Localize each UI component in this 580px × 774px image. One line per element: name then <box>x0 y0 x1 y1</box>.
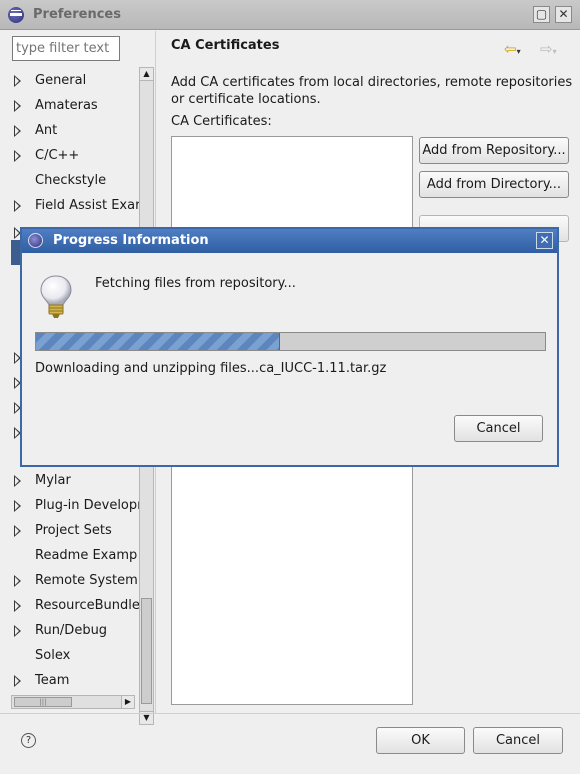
certificates-label: CA Certificates: <box>171 114 272 129</box>
tree-item[interactable]: Project Sets <box>0 519 140 544</box>
expand-arrow-icon[interactable] <box>14 500 21 512</box>
tree-item[interactable]: Checkstyle <box>0 169 140 194</box>
tree-item-label: Mylar <box>35 473 71 488</box>
progress-bar <box>35 332 546 351</box>
tree-item-label: Checkstyle <box>35 173 107 188</box>
maximize-button[interactable]: ▢ <box>533 6 550 23</box>
tree-item-label: Run/Debug <box>35 623 108 638</box>
tree-horizontal-scrollbar[interactable]: ||| ▶ <box>11 695 135 709</box>
tree-item-label: General <box>35 73 87 88</box>
hscroll-thumb[interactable]: ||| <box>14 697 72 707</box>
tree-item-label: ResourceBundle <box>35 598 140 613</box>
tree-item-label: Amateras <box>35 98 98 113</box>
page-title: CA Certificates <box>171 38 280 53</box>
expand-arrow-icon[interactable] <box>14 675 21 687</box>
add-from-repository-button[interactable]: Add from Repository... <box>419 137 569 164</box>
tree-item[interactable]: General <box>0 69 140 94</box>
expand-arrow-icon[interactable] <box>14 75 21 87</box>
tree-item-label: Project Sets <box>35 523 112 538</box>
expand-arrow-icon[interactable] <box>14 625 21 637</box>
tree-item-label: Solex <box>35 648 71 663</box>
progress-dialog: Progress Information ✕ Fetching files fr… <box>20 227 559 467</box>
dialog-cancel-button[interactable]: Cancel <box>454 415 543 442</box>
ok-button[interactable]: OK <box>376 727 465 754</box>
back-arrow-icon[interactable]: ⇦▾ <box>504 40 521 58</box>
dialog-close-button[interactable]: ✕ <box>536 232 553 249</box>
progress-detail: Downloading and unzipping files...ca_IUC… <box>35 361 387 376</box>
tree-item[interactable]: ResourceBundle <box>0 594 140 619</box>
expand-arrow-icon[interactable] <box>14 125 21 137</box>
tree-item[interactable]: Team <box>0 669 140 694</box>
scroll-thumb[interactable] <box>141 598 152 704</box>
tree-item[interactable]: Readme Examp <box>0 544 140 569</box>
expand-arrow-icon[interactable] <box>14 100 21 112</box>
lightbulb-icon <box>40 275 72 318</box>
tree-item[interactable]: Field Assist Exar <box>0 194 140 219</box>
close-button[interactable]: ✕ <box>555 6 572 23</box>
tree-item-label: Team <box>35 673 70 688</box>
help-icon[interactable]: ? <box>21 733 36 748</box>
expand-arrow-icon[interactable] <box>14 575 21 587</box>
expand-arrow-icon[interactable] <box>14 525 21 537</box>
tree-item-label: Field Assist Exar <box>35 198 140 213</box>
scroll-up-icon[interactable]: ▲ <box>140 68 153 81</box>
tree-item-label: Ant <box>35 123 58 138</box>
tree-item[interactable]: Solex <box>0 644 140 669</box>
tree-item[interactable]: Run/Debug <box>0 619 140 644</box>
progress-bar-fill <box>36 333 280 350</box>
eclipse-icon <box>28 233 43 248</box>
tree-item-label: Plug-in Developı <box>35 498 140 513</box>
progress-dialog-titlebar: Progress Information ✕ <box>22 229 557 253</box>
expand-arrow-icon[interactable] <box>14 600 21 612</box>
tree-item[interactable]: Plug-in Developı <box>0 494 140 519</box>
expand-arrow-icon[interactable] <box>14 475 21 487</box>
add-from-directory-button[interactable]: Add from Directory... <box>419 171 569 198</box>
progress-message: Fetching files from repository... <box>95 276 296 291</box>
expand-arrow-icon[interactable] <box>14 150 21 162</box>
tree-item-label: Remote System <box>35 573 138 588</box>
eclipse-icon <box>8 7 24 23</box>
expand-arrow-icon[interactable] <box>14 200 21 212</box>
filter-input[interactable] <box>12 36 120 61</box>
tree-item-label: Readme Examp <box>35 548 138 563</box>
tree-item[interactable]: Mylar <box>0 469 140 494</box>
window-titlebar: Preferences ▢ ✕ <box>0 0 580 30</box>
tree-item[interactable]: Remote System <box>0 569 140 594</box>
scroll-right-icon[interactable]: ▶ <box>121 696 134 708</box>
window-title: Preferences <box>33 7 121 22</box>
tree-item-label: C/C++ <box>35 148 80 163</box>
tree-item[interactable]: Amateras <box>0 94 140 119</box>
tree-item[interactable]: C/C++ <box>0 144 140 169</box>
page-description: Add CA certificates from local directori… <box>171 75 573 107</box>
footer-separator <box>0 713 580 714</box>
tree-item[interactable]: Ant <box>0 119 140 144</box>
progress-dialog-title: Progress Information <box>53 233 209 248</box>
cancel-button[interactable]: Cancel <box>473 727 563 754</box>
forward-arrow-icon[interactable]: ⇨▾ <box>540 40 557 58</box>
